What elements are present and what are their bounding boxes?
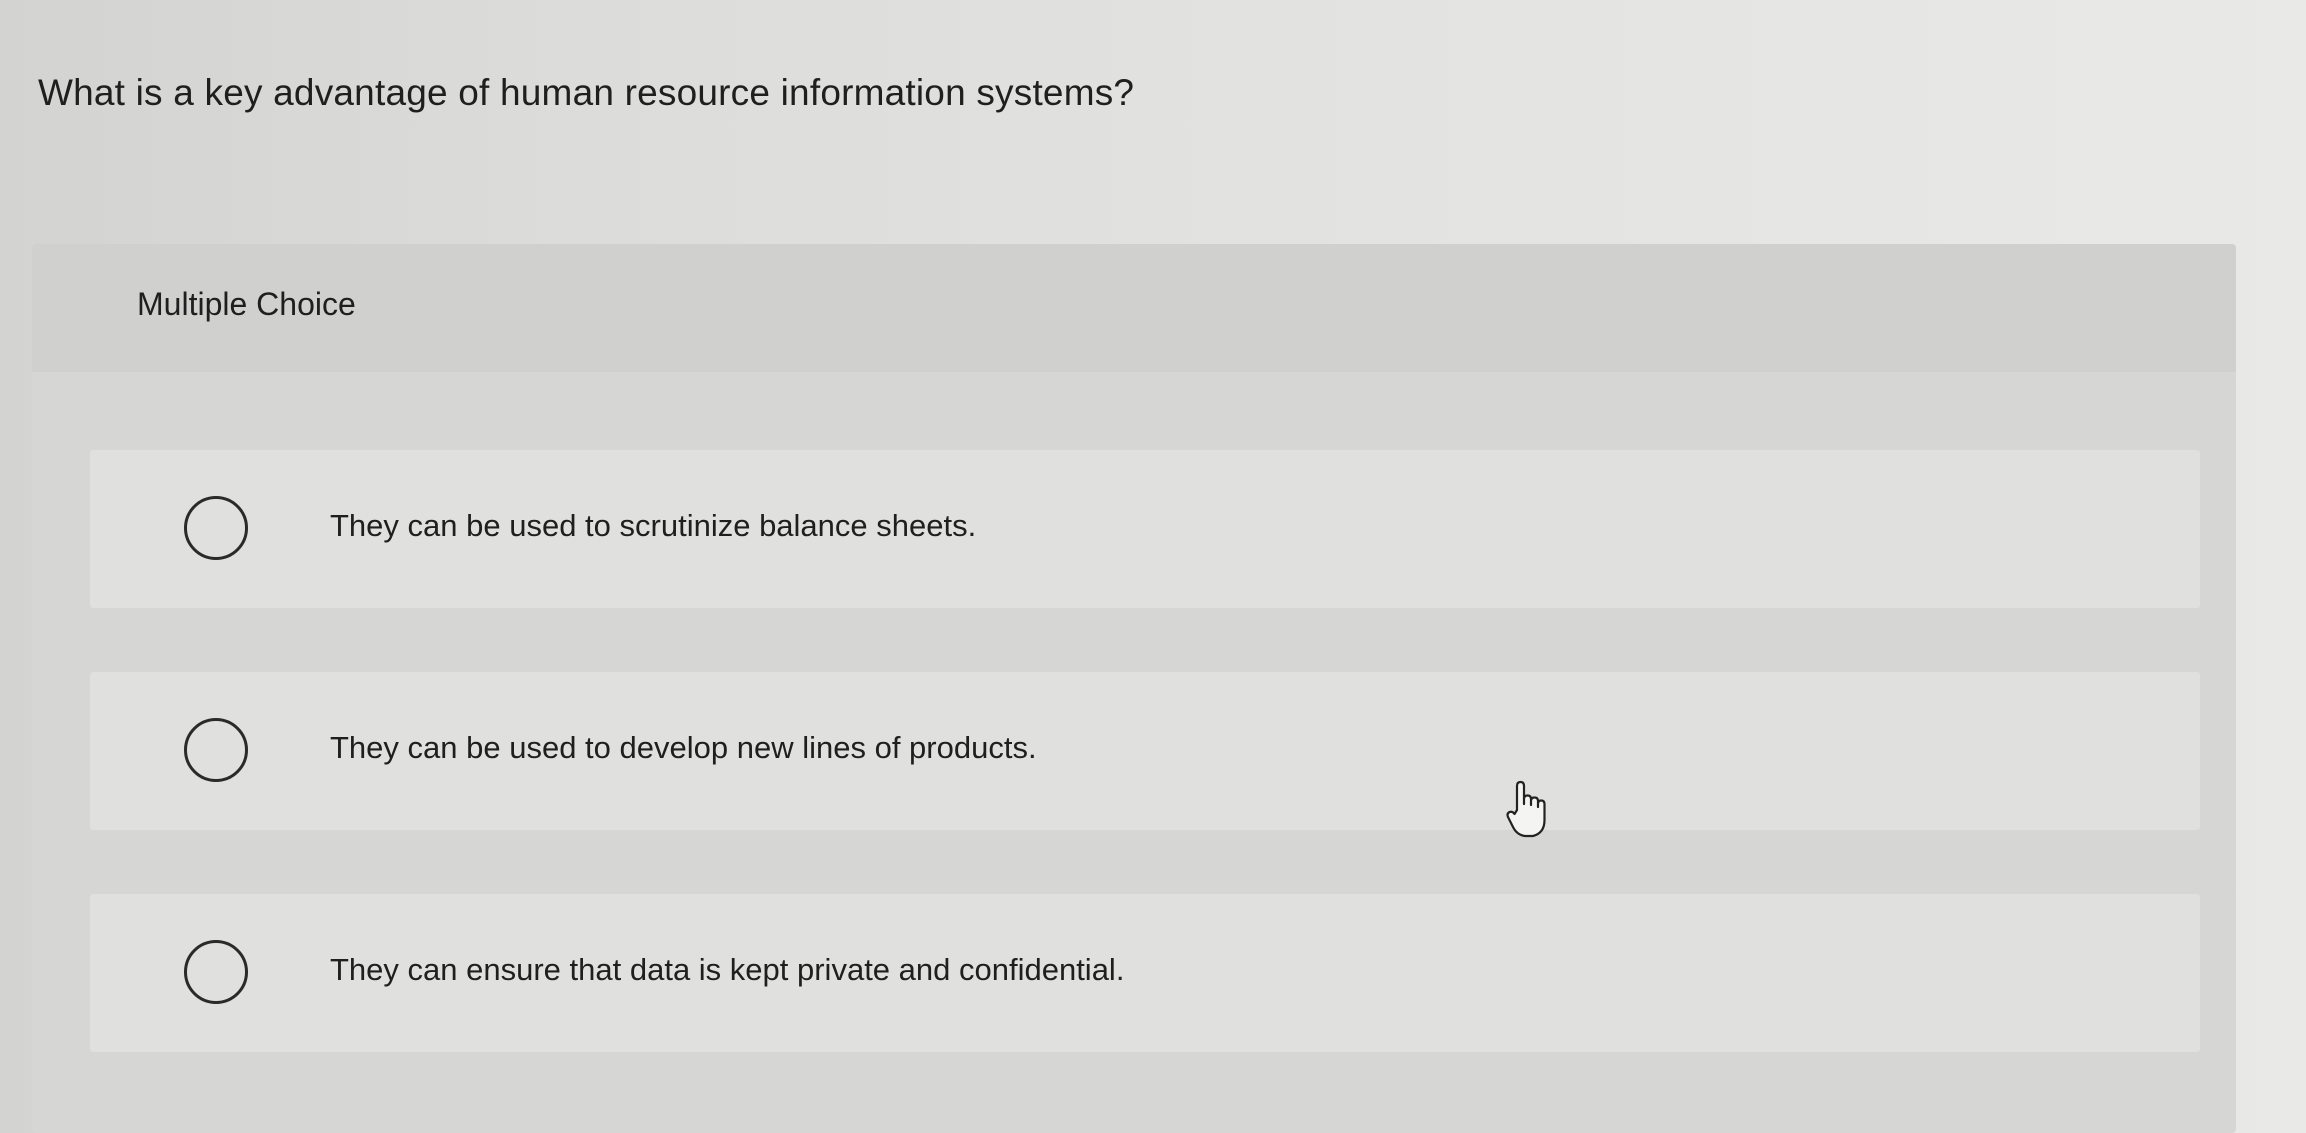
answer-option-label: They can be used to develop new lines of… [330,730,1037,765]
hand-pointer-icon [1506,780,1546,838]
radio-button-icon[interactable] [184,940,248,1004]
answer-option-3[interactable]: They can ensure that data is kept privat… [90,894,2200,1052]
answer-option-label: They can be used to scrutinize balance s… [330,508,977,543]
answer-option-2[interactable]: They can be used to develop new lines of… [90,672,2200,830]
multiple-choice-panel: Multiple Choice They can be used to scru… [32,244,2236,1133]
answer-option-label: They can ensure that data is kept privat… [330,952,1125,987]
radio-button-icon[interactable] [184,718,248,782]
question-text: What is a key advantage of human resourc… [38,72,1135,113]
radio-button-icon[interactable] [184,496,248,560]
panel-header: Multiple Choice [32,244,2236,372]
answer-option-1[interactable]: They can be used to scrutinize balance s… [90,450,2200,608]
question-type-label: Multiple Choice [137,286,356,322]
